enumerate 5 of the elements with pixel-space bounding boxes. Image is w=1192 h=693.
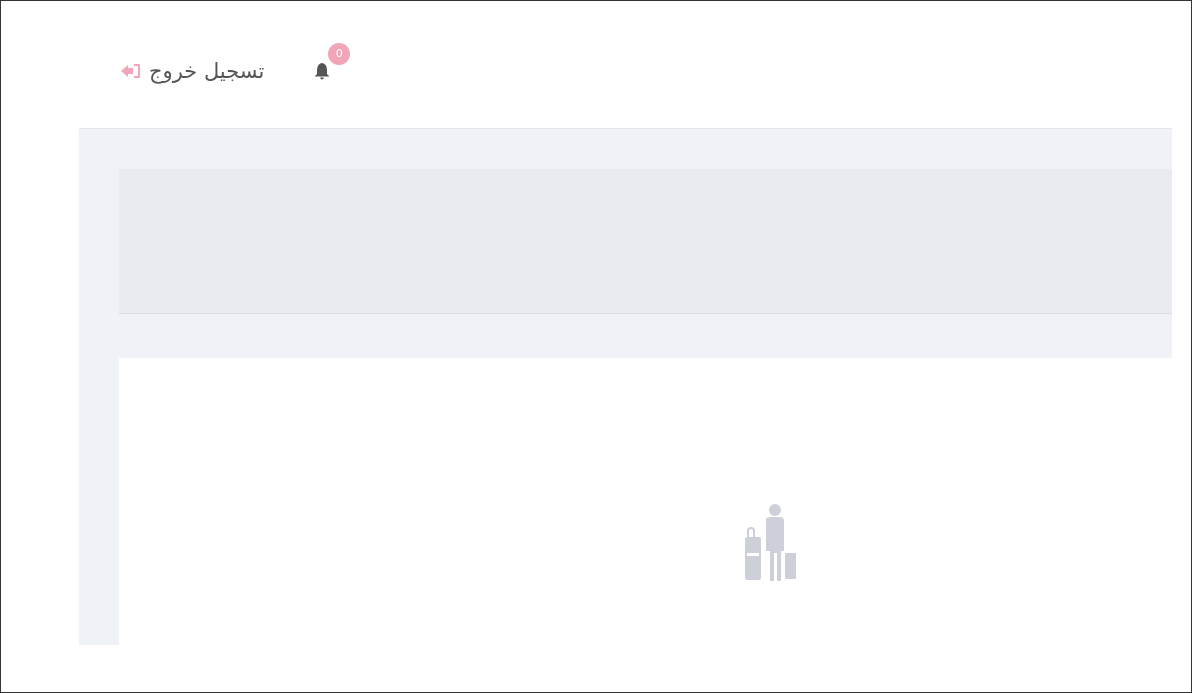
sign-out-icon: [121, 62, 141, 79]
bell-icon: [314, 61, 331, 80]
traveler-icon: [742, 503, 799, 583]
logout-link[interactable]: تسجيل خروج: [121, 58, 265, 83]
notification-badge: 0: [328, 42, 351, 65]
